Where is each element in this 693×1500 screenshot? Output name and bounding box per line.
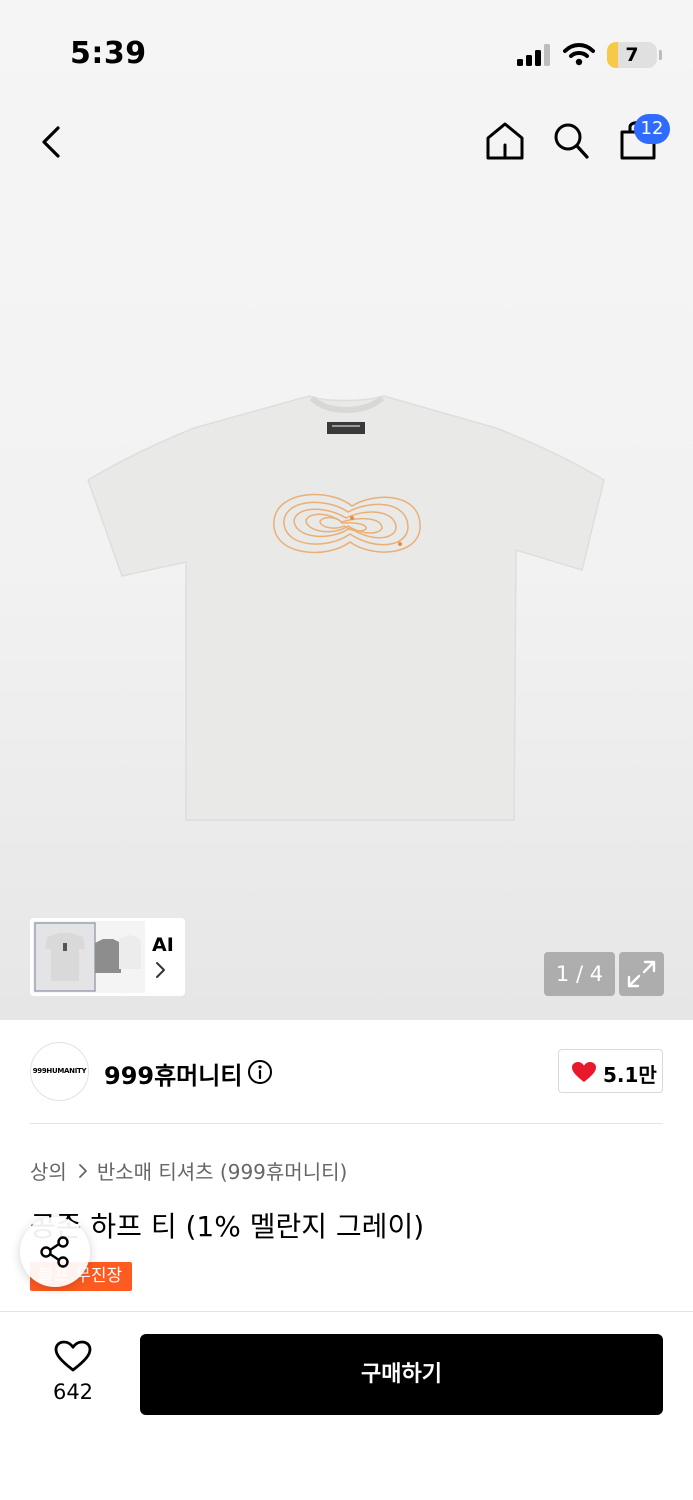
battery-indicator: 7 bbox=[607, 42, 657, 68]
buy-button[interactable]: 구매하기 bbox=[140, 1334, 663, 1415]
chevron-right-icon[interactable] bbox=[154, 960, 168, 980]
breadcrumb-item-subcategory[interactable]: 반소매 티셔츠 (999휴머니티) bbox=[97, 1156, 348, 1185]
wishlist-button[interactable]: 642 bbox=[40, 1336, 106, 1410]
heart-filled-icon bbox=[572, 1062, 596, 1082]
status-time: 5:39 bbox=[70, 36, 147, 71]
brand-name[interactable]: 999휴머니티 bbox=[104, 1056, 242, 1091]
image-page-indicator: 1 / 4 bbox=[544, 952, 615, 996]
product-image[interactable] bbox=[84, 388, 608, 824]
chevron-right-icon bbox=[78, 1163, 87, 1178]
breadcrumb-item-category[interactable]: 상의 bbox=[30, 1156, 67, 1185]
ai-styling-card[interactable] bbox=[30, 918, 185, 996]
status-bar: 5:39 7 bbox=[0, 0, 693, 100]
brand-logo-text: 999HUMANITY bbox=[32, 1067, 87, 1075]
search-icon bbox=[554, 123, 589, 159]
product-title: 공존 하프 티 (1% 멜란지 그레이) bbox=[30, 1210, 425, 1243]
info-icon[interactable] bbox=[247, 1059, 273, 1085]
expand-icon bbox=[627, 960, 656, 988]
battery-level: 7 bbox=[625, 44, 639, 66]
breadcrumb: 상의 반소매 티셔츠 (999휴머니티) bbox=[30, 1156, 347, 1185]
cellular-signal-icon bbox=[517, 44, 550, 66]
brand-like-count: 5.1만 bbox=[603, 1063, 657, 1087]
home-icon bbox=[486, 122, 524, 160]
ai-thumbnail-image bbox=[33, 921, 145, 993]
home-button[interactable] bbox=[484, 120, 526, 162]
section-divider bbox=[30, 1123, 663, 1124]
wishlist-count: 642 bbox=[52, 1380, 94, 1404]
brand-like-button[interactable]: 5.1만 bbox=[558, 1049, 663, 1093]
brand-logo[interactable]: 999HUMANITY bbox=[30, 1042, 89, 1101]
back-chevron-icon bbox=[42, 126, 60, 158]
wifi-icon bbox=[563, 43, 595, 66]
expand-image-button[interactable] bbox=[619, 952, 664, 996]
search-button[interactable] bbox=[551, 120, 591, 162]
share-button[interactable] bbox=[20, 1217, 90, 1287]
cart-count-badge[interactable]: 12 bbox=[634, 114, 670, 144]
battery-tip bbox=[659, 50, 662, 60]
heart-outline-icon bbox=[54, 1340, 92, 1372]
share-icon bbox=[40, 1236, 69, 1268]
ai-label[interactable]: AI bbox=[152, 934, 174, 956]
back-button[interactable] bbox=[38, 122, 68, 162]
